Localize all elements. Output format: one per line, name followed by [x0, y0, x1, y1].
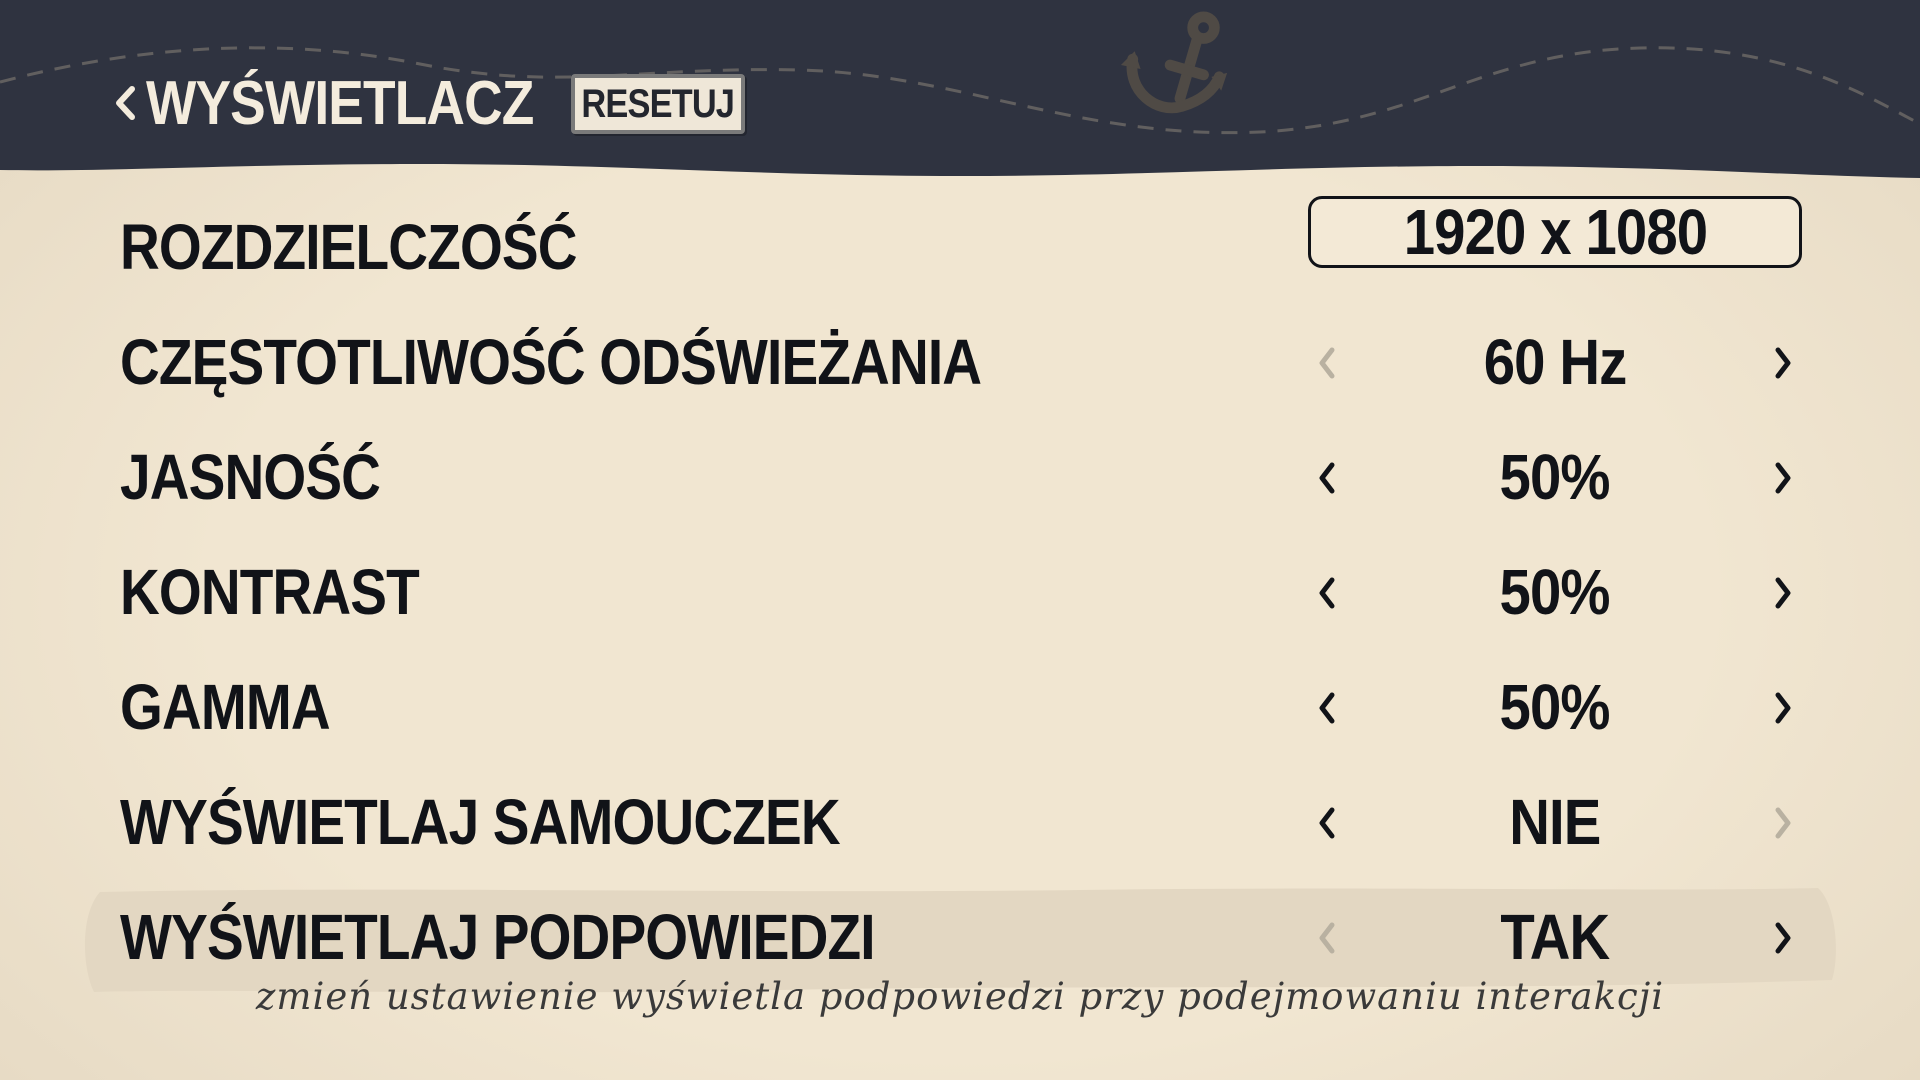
anchor-icon	[1120, 11, 1228, 114]
chevron-right-icon	[1775, 922, 1791, 954]
chevron-left-icon	[1319, 462, 1335, 494]
value-area: 60 Hz	[1305, 305, 1805, 420]
resolution-dropdown[interactable]: 1920 x 1080	[1308, 196, 1802, 268]
setting-row-refresh-rate[interactable]: CZĘSTOTLIWOŚĆ ODŚWIEŻANIA 60 Hz	[0, 305, 1920, 420]
chevron-left-icon	[1319, 692, 1335, 724]
setting-label: GAMMA	[120, 671, 331, 743]
decrease-arrow-button[interactable]	[1305, 680, 1349, 736]
setting-value: 60 Hz	[1365, 305, 1745, 420]
setting-row-show-tutorial[interactable]: WYŚWIETLAJ SAMOUCZEK NIE	[0, 765, 1920, 880]
increase-arrow-button[interactable]	[1761, 910, 1805, 966]
value-area: 50%	[1305, 420, 1805, 535]
chevron-right-icon	[1775, 347, 1791, 379]
reset-button[interactable]: RESETUJ	[571, 74, 745, 134]
hint-text: zmień ustawienie wyświetla podpowiedzi p…	[255, 975, 1665, 1018]
decrease-arrow-button[interactable]	[1305, 795, 1349, 851]
chevron-left-icon	[1319, 347, 1335, 379]
setting-row-brightness[interactable]: JASNOŚĆ 50%	[0, 420, 1920, 535]
setting-label: JASNOŚĆ	[120, 441, 381, 513]
setting-value-text: 50%	[1499, 671, 1611, 743]
setting-label: WYŚWIETLAJ SAMOUCZEK	[120, 786, 841, 858]
chevron-left-icon	[116, 86, 135, 120]
increase-arrow-button[interactable]	[1761, 450, 1805, 506]
chevron-left-icon	[1319, 577, 1335, 609]
setting-row-gamma[interactable]: GAMMA 50%	[0, 650, 1920, 765]
increase-arrow-button[interactable]	[1761, 565, 1805, 621]
increase-arrow-button[interactable]	[1761, 335, 1805, 391]
value-area: 50%	[1305, 650, 1805, 765]
setting-value: NIE	[1365, 765, 1745, 880]
chevron-left-icon	[1319, 807, 1335, 839]
chevron-right-icon	[1775, 692, 1791, 724]
setting-value-text: 60 Hz	[1483, 326, 1628, 398]
chevron-right-icon	[1775, 807, 1791, 839]
increase-arrow-button[interactable]	[1761, 795, 1805, 851]
setting-label: ROZDZIELCZOŚĆ	[120, 211, 577, 283]
setting-value-text: 50%	[1499, 441, 1611, 513]
setting-value: 50%	[1365, 650, 1745, 765]
decrease-arrow-button[interactable]	[1305, 910, 1349, 966]
setting-row-contrast[interactable]: KONTRAST 50%	[0, 535, 1920, 650]
back-button[interactable]: WYŚWIETLACZ	[112, 66, 597, 140]
chevron-right-icon	[1775, 462, 1791, 494]
reset-label: RESETUJ	[581, 81, 736, 126]
value-area: NIE	[1305, 765, 1805, 880]
decrease-arrow-button[interactable]	[1305, 450, 1349, 506]
dropdown-value: 1920 x 1080	[1403, 196, 1707, 268]
decrease-arrow-button[interactable]	[1305, 335, 1349, 391]
setting-value: 50%	[1365, 420, 1745, 535]
header-bar: WYŚWIETLACZ RESETUJ	[0, 0, 1920, 190]
value-area: 1920 x 1080	[1305, 190, 1805, 305]
setting-value-text: NIE	[1509, 786, 1601, 858]
setting-value: 50%	[1365, 535, 1745, 650]
increase-arrow-button[interactable]	[1761, 680, 1805, 736]
setting-row-resolution[interactable]: ROZDZIELCZOŚĆ 1920 x 1080	[0, 190, 1920, 305]
chevron-left-icon	[1319, 922, 1335, 954]
setting-value-text: 50%	[1499, 556, 1611, 628]
decrease-arrow-button[interactable]	[1305, 565, 1349, 621]
page-title: WYŚWIETLACZ	[146, 68, 534, 138]
value-area: 50%	[1305, 535, 1805, 650]
chevron-right-icon	[1775, 577, 1791, 609]
setting-label: KONTRAST	[120, 556, 420, 628]
setting-label: CZĘSTOTLIWOŚĆ ODŚWIEŻANIA	[120, 326, 982, 398]
